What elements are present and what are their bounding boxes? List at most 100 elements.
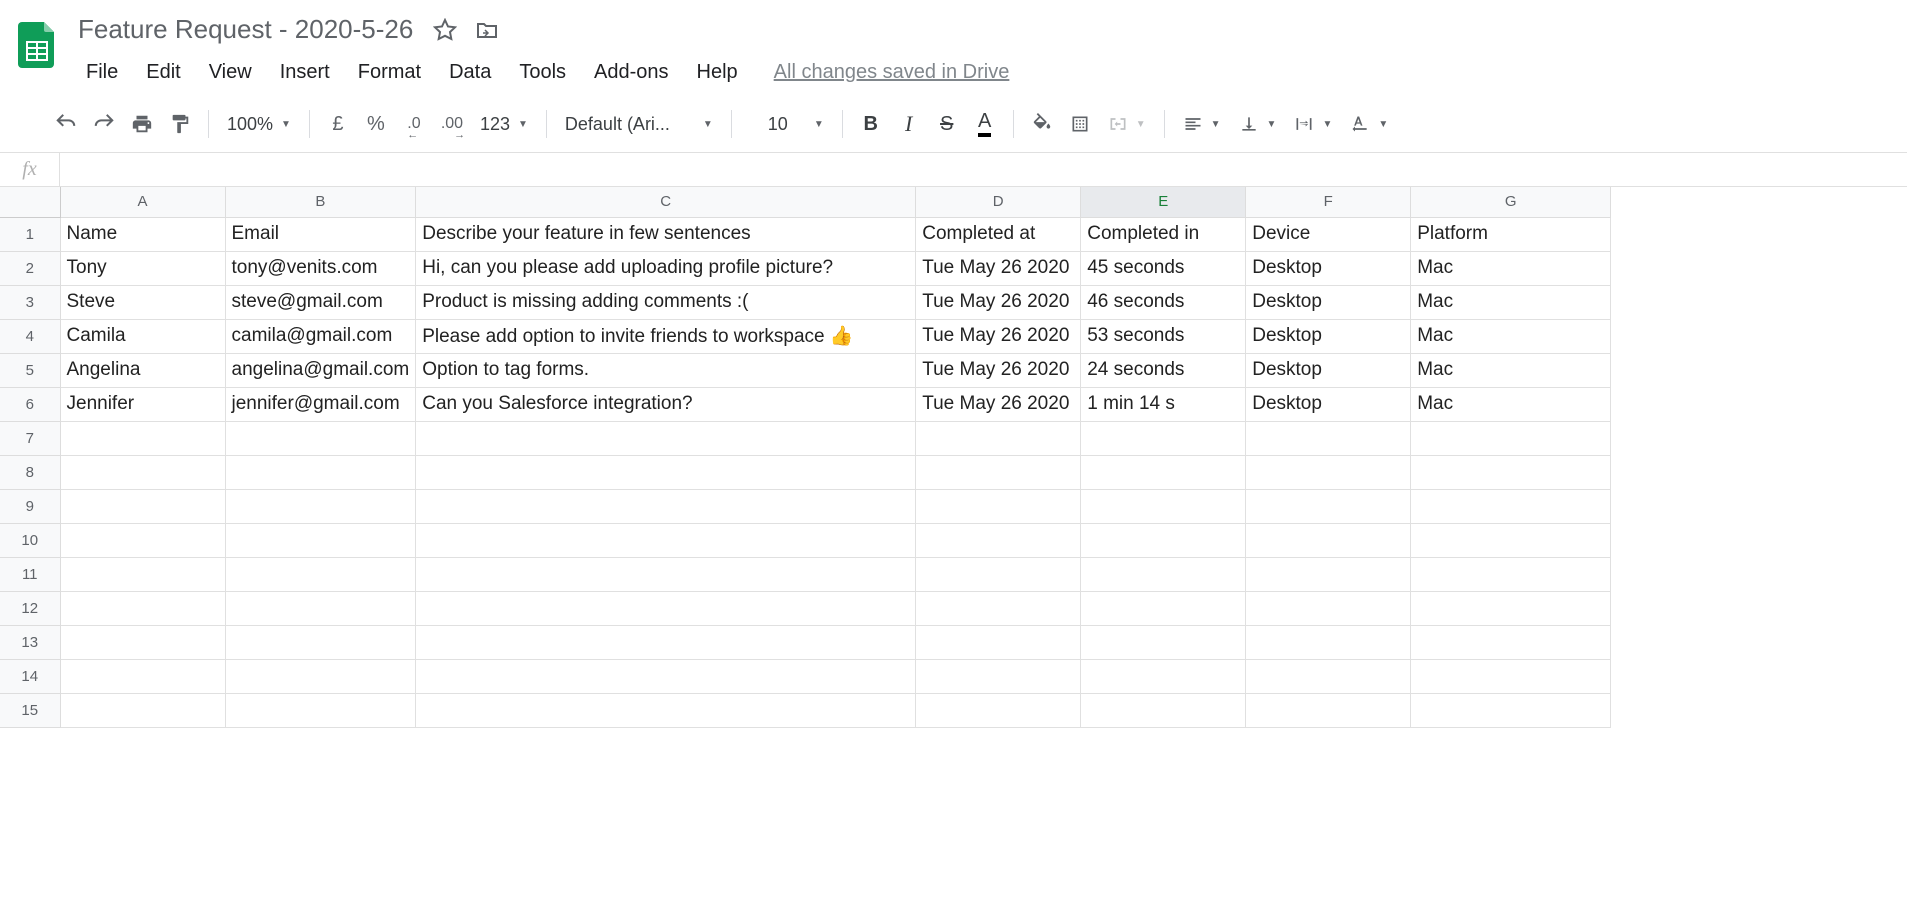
row-header-9[interactable]: 9 (0, 489, 60, 523)
horizontal-align-dropdown[interactable]: ▼ (1175, 106, 1229, 142)
cell-D15[interactable] (916, 693, 1081, 727)
select-all-corner[interactable] (0, 187, 60, 217)
cell-E13[interactable] (1081, 625, 1246, 659)
menu-help[interactable]: Help (685, 55, 750, 90)
cell-G12[interactable] (1411, 591, 1611, 625)
cell-F6[interactable]: Desktop (1246, 387, 1411, 421)
cell-F14[interactable] (1246, 659, 1411, 693)
cell-E2[interactable]: 45 seconds (1081, 251, 1246, 285)
cell-A10[interactable] (60, 523, 225, 557)
cell-D13[interactable] (916, 625, 1081, 659)
cell-F11[interactable] (1246, 557, 1411, 591)
column-header-F[interactable]: F (1246, 187, 1411, 217)
cell-B9[interactable] (225, 489, 416, 523)
cell-B8[interactable] (225, 455, 416, 489)
paint-format-button[interactable] (162, 106, 198, 142)
cell-B3[interactable]: steve@gmail.com (225, 285, 416, 319)
cell-E3[interactable]: 46 seconds (1081, 285, 1246, 319)
cell-A6[interactable]: Jennifer (60, 387, 225, 421)
cell-G8[interactable] (1411, 455, 1611, 489)
cell-G5[interactable]: Mac (1411, 353, 1611, 387)
cell-B11[interactable] (225, 557, 416, 591)
cell-G15[interactable] (1411, 693, 1611, 727)
cell-F8[interactable] (1246, 455, 1411, 489)
cell-B6[interactable]: jennifer@gmail.com (225, 387, 416, 421)
row-header-11[interactable]: 11 (0, 557, 60, 591)
cell-E14[interactable] (1081, 659, 1246, 693)
cell-C14[interactable] (416, 659, 916, 693)
cell-C1[interactable]: Describe your feature in few sentences (416, 217, 916, 251)
cell-F3[interactable]: Desktop (1246, 285, 1411, 319)
font-family-dropdown[interactable]: Default (Ari... ▼ (557, 106, 721, 142)
cell-F2[interactable]: Desktop (1246, 251, 1411, 285)
column-header-A[interactable]: A (60, 187, 225, 217)
cell-A12[interactable] (60, 591, 225, 625)
cell-D2[interactable]: Tue May 26 2020 (916, 251, 1081, 285)
cell-F10[interactable] (1246, 523, 1411, 557)
cell-D8[interactable] (916, 455, 1081, 489)
save-status[interactable]: All changes saved in Drive (774, 61, 1010, 84)
row-header-8[interactable]: 8 (0, 455, 60, 489)
cell-D9[interactable] (916, 489, 1081, 523)
cell-E12[interactable] (1081, 591, 1246, 625)
cell-A2[interactable]: Tony (60, 251, 225, 285)
menu-edit[interactable]: Edit (134, 55, 192, 90)
cell-B14[interactable] (225, 659, 416, 693)
formula-input[interactable] (60, 153, 1907, 186)
row-header-6[interactable]: 6 (0, 387, 60, 421)
cell-F5[interactable]: Desktop (1246, 353, 1411, 387)
row-header-2[interactable]: 2 (0, 251, 60, 285)
column-header-E[interactable]: E (1081, 187, 1246, 217)
cell-F15[interactable] (1246, 693, 1411, 727)
cell-F7[interactable] (1246, 421, 1411, 455)
document-title[interactable]: Feature Request - 2020-5-26 (74, 12, 417, 47)
cell-E7[interactable] (1081, 421, 1246, 455)
cell-C8[interactable] (416, 455, 916, 489)
menu-view[interactable]: View (197, 55, 264, 90)
cell-F13[interactable] (1246, 625, 1411, 659)
cell-G10[interactable] (1411, 523, 1611, 557)
menu-file[interactable]: File (74, 55, 130, 90)
cell-E15[interactable] (1081, 693, 1246, 727)
font-size-dropdown[interactable]: 10 ▼ (742, 106, 832, 142)
cell-A3[interactable]: Steve (60, 285, 225, 319)
cell-A7[interactable] (60, 421, 225, 455)
cell-F1[interactable]: Device (1246, 217, 1411, 251)
cell-B2[interactable]: tony@venits.com (225, 251, 416, 285)
row-header-10[interactable]: 10 (0, 523, 60, 557)
cell-D4[interactable]: Tue May 26 2020 (916, 319, 1081, 353)
cell-A9[interactable] (60, 489, 225, 523)
cell-B12[interactable] (225, 591, 416, 625)
currency-button[interactable]: £ (320, 106, 356, 142)
cell-D11[interactable] (916, 557, 1081, 591)
cell-C2[interactable]: Hi, can you please add uploading profile… (416, 251, 916, 285)
row-header-15[interactable]: 15 (0, 693, 60, 727)
cell-B1[interactable]: Email (225, 217, 416, 251)
cell-A8[interactable] (60, 455, 225, 489)
menu-data[interactable]: Data (437, 55, 503, 90)
move-folder-icon[interactable] (473, 16, 501, 44)
cell-D3[interactable]: Tue May 26 2020 (916, 285, 1081, 319)
cell-E8[interactable] (1081, 455, 1246, 489)
row-header-5[interactable]: 5 (0, 353, 60, 387)
merge-cells-dropdown[interactable]: ▼ (1100, 106, 1154, 142)
cell-G3[interactable]: Mac (1411, 285, 1611, 319)
print-button[interactable] (124, 106, 160, 142)
cell-F12[interactable] (1246, 591, 1411, 625)
redo-button[interactable] (86, 106, 122, 142)
cell-A13[interactable] (60, 625, 225, 659)
menu-tools[interactable]: Tools (507, 55, 578, 90)
borders-button[interactable] (1062, 106, 1098, 142)
row-header-12[interactable]: 12 (0, 591, 60, 625)
cell-C11[interactable] (416, 557, 916, 591)
cell-G4[interactable]: Mac (1411, 319, 1611, 353)
cell-G6[interactable]: Mac (1411, 387, 1611, 421)
italic-button[interactable]: I (891, 106, 927, 142)
cell-C3[interactable]: Product is missing adding comments :( (416, 285, 916, 319)
cell-E5[interactable]: 24 seconds (1081, 353, 1246, 387)
row-header-1[interactable]: 1 (0, 217, 60, 251)
cell-G2[interactable]: Mac (1411, 251, 1611, 285)
cell-B5[interactable]: angelina@gmail.com (225, 353, 416, 387)
row-header-7[interactable]: 7 (0, 421, 60, 455)
cell-A4[interactable]: Camila (60, 319, 225, 353)
